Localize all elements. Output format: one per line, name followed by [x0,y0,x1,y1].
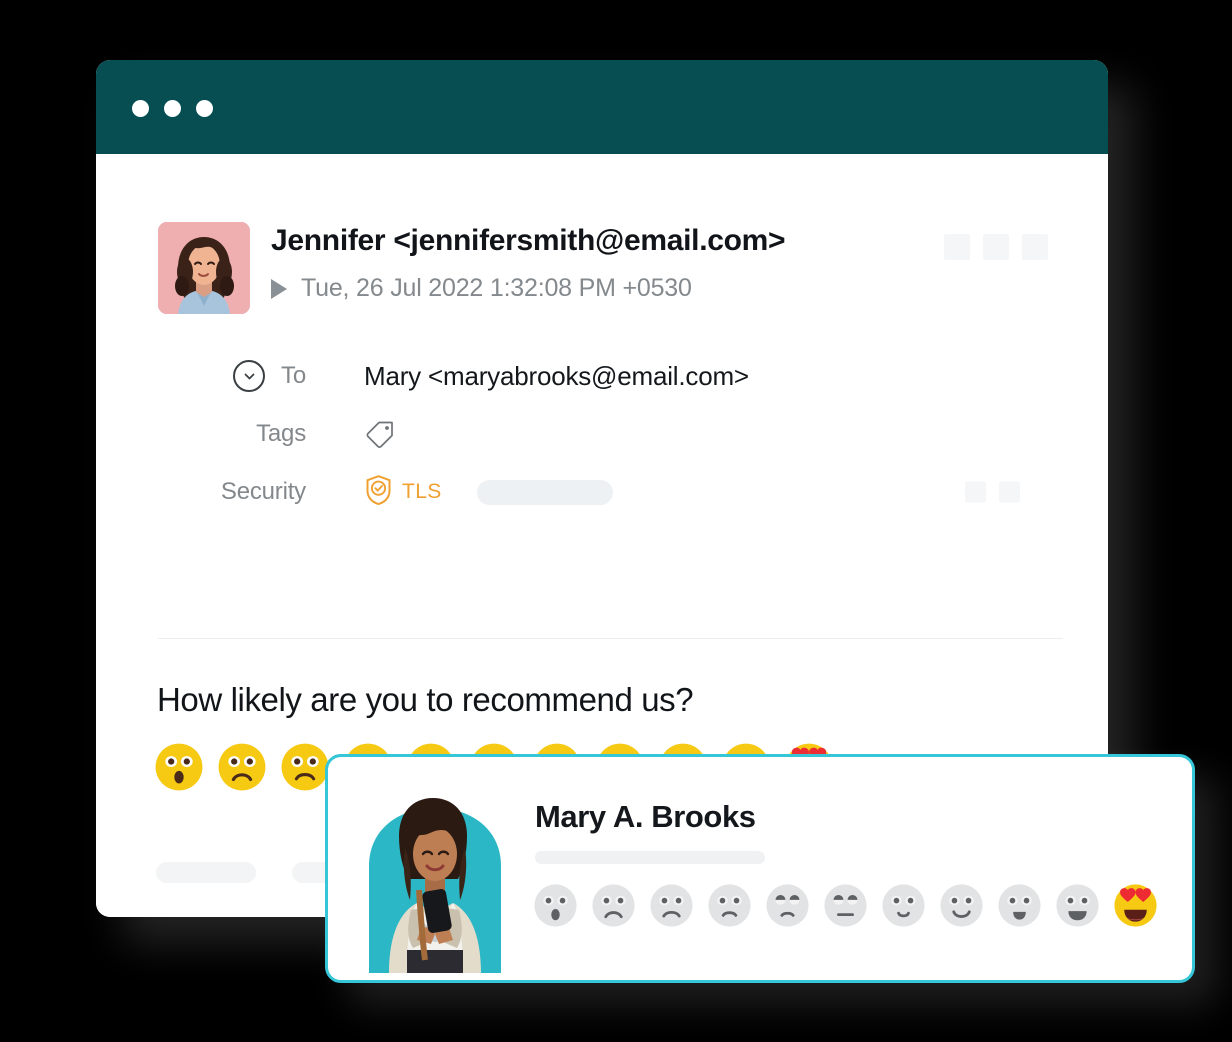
respondent-name: Mary A. Brooks [535,799,756,834]
meta-label-to: To [281,362,306,389]
email-meta: To Mary <maryabrooks@email.com> Tags Sec… [158,347,1048,521]
tls-badge-label: TLS [402,480,442,503]
meta-label-tags: Tags [256,420,306,447]
face-neutral-icon[interactable] [823,883,868,928]
meta-label-security: Security [220,478,306,505]
face-slightly-sad-icon[interactable] [765,883,810,928]
content-divider [158,638,1063,639]
window-titlebar [96,60,1108,154]
security-placeholder-group [965,481,1020,503]
header-placeholder-group [944,234,1048,260]
window-dot-minimize[interactable] [164,100,181,117]
face-smiling-icon[interactable] [939,883,984,928]
window-dot-maximize[interactable] [196,100,213,117]
meta-row-security: Security TLS [158,463,1048,521]
meta-row-tags: Tags [158,405,1048,463]
face-frowning-open-mouth-icon[interactable] [154,742,204,792]
email-date: Tue, 26 Jul 2022 1:32:08 PM +0530 [301,274,692,302]
window-controls[interactable] [132,100,213,117]
triangle-right-icon[interactable] [271,278,287,299]
sender-texts: Jennifer <jennifersmith@email.com> Tue, … [271,222,1048,303]
security-placeholder-1 [965,481,986,503]
window-dot-close[interactable] [132,100,149,117]
face-grinning-wide-icon[interactable] [1055,883,1100,928]
sender-row: Jennifer <jennifersmith@email.com> Tue, … [158,222,1048,314]
email-header: Jennifer <jennifersmith@email.com> Tue, … [158,222,1048,314]
recipient-address: Mary <maryabrooks@email.com> [364,360,749,391]
face-sad-2-icon[interactable] [649,883,694,928]
respondent-photo [355,770,515,973]
meta-row-to: To Mary <maryabrooks@email.com> [158,347,1048,405]
sender-address: Jennifer <jennifersmith@email.com> [271,224,786,257]
tag-icon[interactable] [364,417,398,451]
card-rating-scale[interactable] [533,883,1158,928]
avatar [158,222,250,314]
respondent-subtitle-placeholder [535,851,765,864]
screenshot-root: Jennifer <jennifersmith@email.com> Tue, … [0,0,1232,1042]
face-slightly-smiling-icon[interactable] [881,883,926,928]
header-placeholder-3 [1022,234,1048,260]
to-label-box: To [158,360,306,392]
header-placeholder-2 [983,234,1009,260]
face-sad-3-icon[interactable] [707,883,752,928]
body-placeholder-1 [156,862,256,883]
header-placeholder-1 [944,234,970,260]
date-row[interactable]: Tue, 26 Jul 2022 1:32:08 PM +0530 [271,274,1048,303]
security-placeholder-2 [999,481,1020,503]
face-grinning-small-icon[interactable] [997,883,1042,928]
face-sad-2-icon[interactable] [280,742,330,792]
face-sad-1-icon[interactable] [217,742,267,792]
face-sad-1-icon[interactable] [591,883,636,928]
shield-check-icon [364,474,393,511]
security-value: TLS [364,474,613,511]
security-placeholder-pill [476,479,613,505]
face-heart-eyes-icon-selected[interactable] [1113,883,1158,928]
chevron-down-circle-icon[interactable] [233,360,266,392]
security-label-box: Security [158,478,306,506]
tags-label-box: Tags [158,420,306,448]
survey-question: How likely are you to recommend us? [157,681,694,718]
face-frowning-open-mouth-icon[interactable] [533,883,578,928]
response-card: Mary A. Brooks [325,754,1195,983]
